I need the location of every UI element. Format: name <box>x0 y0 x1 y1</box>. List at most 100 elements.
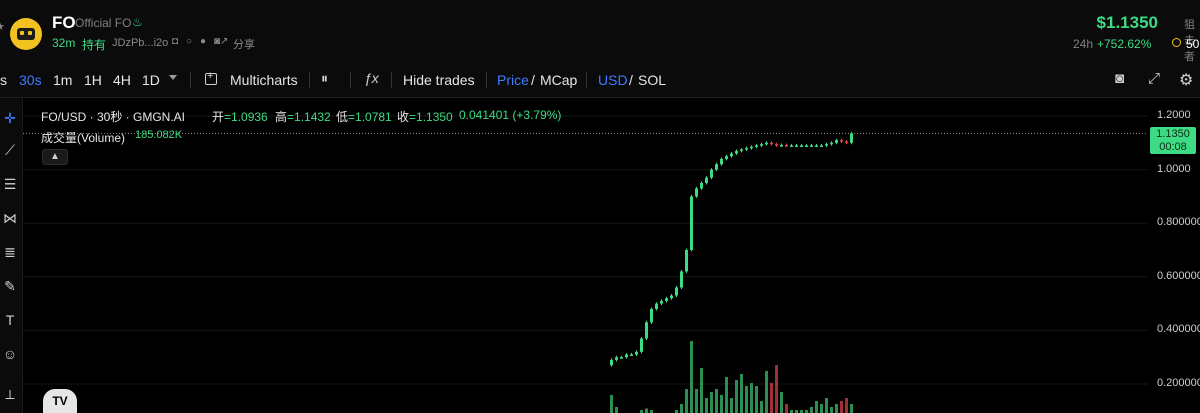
fullscreen-icon[interactable]: ⤢ <box>1148 70 1160 87</box>
twitter-icon[interactable]: ● <box>200 37 210 47</box>
volume-bar <box>835 404 838 413</box>
copy-icon[interactable]: ◘ <box>172 37 182 47</box>
candle <box>650 308 653 323</box>
toolbar-divider <box>486 72 487 88</box>
ohlc-change: 0.041401 (+3.79%) <box>459 108 562 122</box>
volume-bar <box>645 408 648 413</box>
candle <box>735 150 738 154</box>
last-price-tag: 1.1350 00:08 <box>1150 127 1196 154</box>
toolbar-divider <box>350 72 351 88</box>
volume-bar <box>755 386 758 413</box>
volume-bar <box>780 392 783 413</box>
add-chart-icon[interactable] <box>205 70 217 85</box>
volume-bar <box>825 398 828 413</box>
interval-s[interactable]: s <box>0 72 7 88</box>
search-icon[interactable]: ○ <box>186 37 196 47</box>
candle <box>610 359 613 366</box>
candle <box>740 149 743 151</box>
share-button[interactable]: 分享 <box>233 36 255 52</box>
interval-4h[interactable]: 4H <box>113 72 131 88</box>
camera-icon[interactable]: ◙ <box>1115 70 1124 87</box>
low-value: =1.0781 <box>348 110 392 124</box>
candle <box>710 169 713 178</box>
chevron-down-icon[interactable] <box>169 75 177 80</box>
sol-toggle[interactable]: SOL <box>638 72 666 88</box>
ohlc-high: 高=1.1432 <box>275 108 331 125</box>
collapse-legend-button[interactable]: ▲ <box>42 149 68 165</box>
volume-bar <box>740 374 743 413</box>
token-price: $1.1350 <box>1096 13 1158 32</box>
candle <box>625 354 628 358</box>
interval-1d[interactable]: 1D <box>142 72 160 88</box>
share-icon[interactable]: ↗ <box>220 37 230 47</box>
text-tool-icon[interactable]: T <box>0 312 20 328</box>
chart-canvas[interactable] <box>23 98 1200 413</box>
candle <box>705 177 708 183</box>
toolbar-divider <box>391 72 392 88</box>
volume-bar <box>840 401 843 413</box>
trendline-icon[interactable]: ⟋ <box>0 142 20 159</box>
holders-label[interactable]: 持有 <box>82 36 106 53</box>
volume-bar <box>710 392 713 413</box>
toolbar-divider <box>190 72 191 88</box>
y-tick-label: 0.600000 <box>1157 270 1200 282</box>
contract-address[interactable]: JDzPb...i2o <box>112 37 168 49</box>
open-label: 开 <box>212 110 225 124</box>
emoji-icon[interactable]: ☺ <box>0 346 20 362</box>
open-value: =1.0936 <box>224 110 268 124</box>
fib-icon[interactable]: ≣ <box>0 244 20 261</box>
hide-trades-button[interactable]: Hide trades <box>403 72 475 88</box>
price-change: +752.62% <box>1097 37 1152 51</box>
volume-bar <box>680 404 683 413</box>
tradingview-logo[interactable]: TV <box>43 389 77 413</box>
star-icon[interactable]: ★ <box>0 20 5 33</box>
token-header <box>0 0 1200 62</box>
interval-1m[interactable]: 1m <box>53 72 72 88</box>
candle <box>635 351 638 355</box>
y-tick-label: 1.2000 <box>1157 109 1191 121</box>
volume-bar <box>730 398 733 413</box>
price-toggle[interactable]: Price <box>497 72 529 88</box>
lines-icon[interactable]: ☰ <box>0 176 20 193</box>
token-age: 32m <box>52 36 76 50</box>
volume-bar <box>830 407 833 413</box>
candle <box>715 164 718 170</box>
volume-bar <box>720 395 723 413</box>
volume-bar <box>700 368 703 413</box>
price-chart[interactable] <box>23 98 1200 413</box>
ohlc-low: 低=1.0781 <box>336 108 392 125</box>
y-tick-label: 0.400000 <box>1157 323 1200 335</box>
multicharts-button[interactable]: Multicharts <box>230 72 298 88</box>
change-period: 24h <box>1073 37 1094 51</box>
brush-icon[interactable]: ✎ <box>0 278 20 295</box>
candle <box>845 141 848 143</box>
volume-bar <box>735 380 738 413</box>
indicators-icon[interactable]: ƒx <box>364 70 379 86</box>
candle <box>720 158 723 165</box>
mcap-toggle[interactable]: MCap <box>540 72 577 88</box>
candle <box>750 146 753 149</box>
y-tick-label: 0.800000 <box>1157 216 1200 228</box>
gear-icon[interactable]: ⚙ <box>1179 70 1193 90</box>
interval-30s[interactable]: 30s <box>19 72 42 88</box>
candle <box>630 354 633 357</box>
usd-toggle[interactable]: USD <box>598 72 628 88</box>
candle <box>645 322 648 339</box>
close-label: 收 <box>397 110 410 124</box>
volume-bar <box>750 383 753 413</box>
last-price-value: 1.1350 <box>1156 128 1190 140</box>
candle <box>615 357 618 360</box>
candles-icon[interactable]: ⏸ <box>321 70 328 87</box>
ruler-icon[interactable]: ⟂ <box>0 386 20 403</box>
pattern-icon[interactable]: ⋈ <box>0 210 20 227</box>
candle <box>760 144 763 146</box>
interval-1h[interactable]: 1H <box>84 72 102 88</box>
candle <box>695 188 698 197</box>
candle <box>830 142 833 145</box>
crosshair-icon[interactable]: ✛ <box>0 110 20 127</box>
sniper-icon <box>1172 38 1181 47</box>
candle <box>670 295 673 299</box>
volume-label: 成交量(Volume) <box>41 131 126 145</box>
high-value: =1.1432 <box>287 110 331 124</box>
candle <box>690 196 693 250</box>
